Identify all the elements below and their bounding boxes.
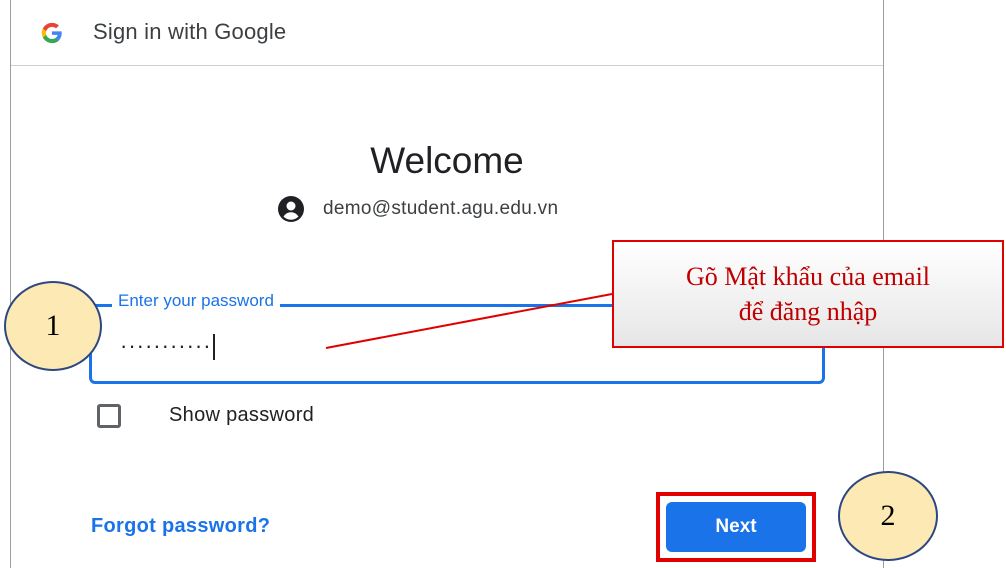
callout-line-1: Gõ Mật khẩu của email xyxy=(685,261,931,291)
step-badge-1: 1 xyxy=(4,281,102,371)
annotation-callout: Gõ Mật khẩu của email để đăng nhập xyxy=(612,240,1004,348)
callout-line-2: để đăng nhập xyxy=(738,297,878,326)
step-badge-2: 2 xyxy=(838,471,938,561)
